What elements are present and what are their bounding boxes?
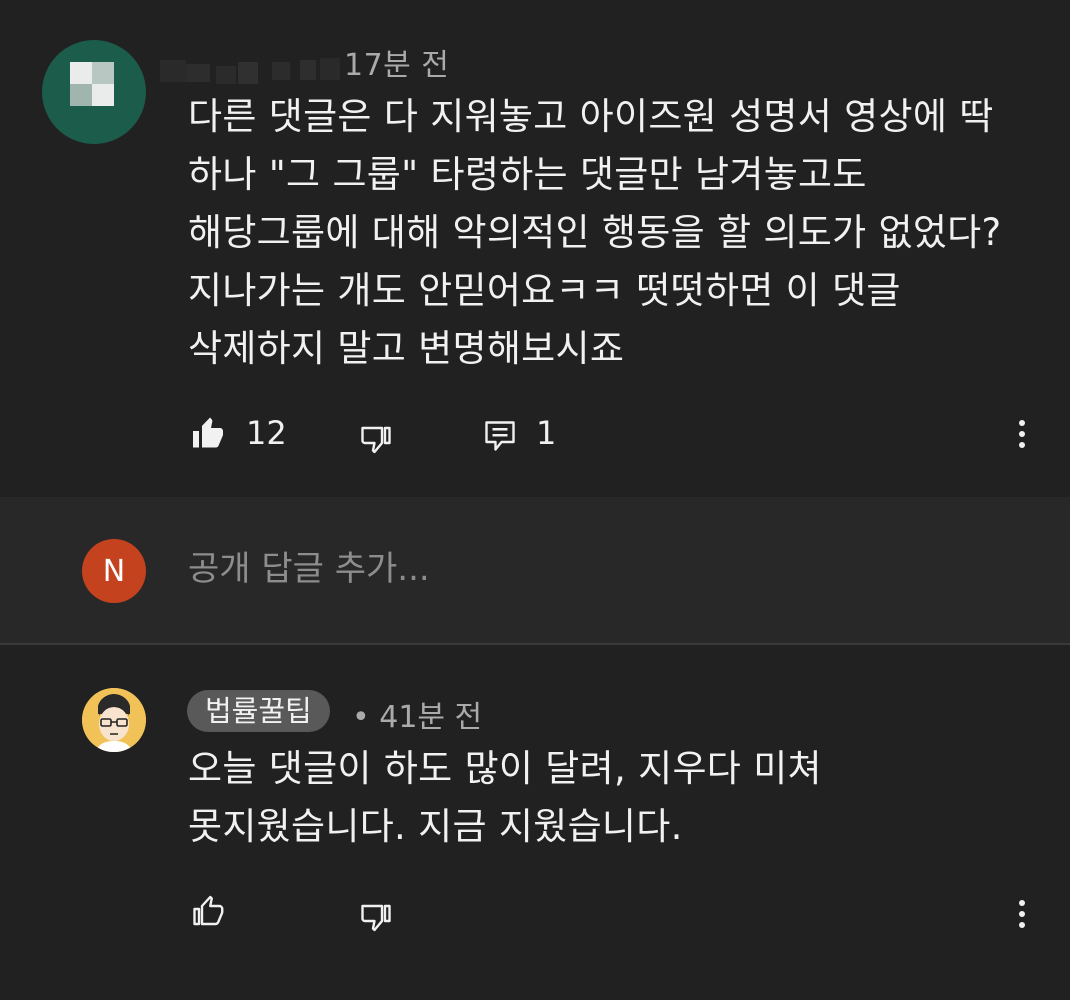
thumbs-up-filled-icon xyxy=(193,417,223,448)
thumbs-down-outline-icon xyxy=(361,904,391,932)
comment-menu-button[interactable] xyxy=(1010,892,1034,936)
dislike-button[interactable] xyxy=(356,418,396,462)
thumbs-up-outline-icon xyxy=(193,895,224,926)
author-name-censored[interactable] xyxy=(160,54,340,90)
thumbs-down-outline-icon xyxy=(361,426,391,454)
avatar-law-tips[interactable] xyxy=(82,688,146,752)
divider xyxy=(0,643,1070,645)
comment-text-line: 해당그룹에 대해 악의적인 행동을 할 의도가 없었다? xyxy=(188,211,1002,254)
comment-text-line: 지나가는 개도 안믿어요ㅋㅋ 떳떳하면 이 댓글 xyxy=(188,269,901,312)
avatar-top-commenter[interactable] xyxy=(42,40,146,144)
comment-icon xyxy=(485,421,515,451)
like-button[interactable] xyxy=(188,890,228,934)
avatar-pixel-4 xyxy=(92,62,114,84)
reply-input[interactable] xyxy=(188,549,1008,589)
author-name-badge[interactable]: 법률꿀팁 xyxy=(187,690,330,732)
comment-text-line: 오늘 댓글이 하도 많이 달려, 지우다 미쳐 xyxy=(188,747,822,790)
dislike-button[interactable] xyxy=(356,896,396,940)
comment-text-line: 다른 댓글은 다 지워놓고 아이즈원 성명서 영상에 딱 xyxy=(188,95,994,138)
avatar-face-illustration xyxy=(82,688,146,752)
avatar-pixel-1 xyxy=(70,62,92,84)
avatar-pixel-3 xyxy=(70,84,92,106)
comment-timestamp: 17분 전 xyxy=(344,48,450,83)
avatar-pixel-2 xyxy=(92,84,114,106)
avatar-current-user[interactable]: N xyxy=(82,539,146,603)
add-reply-bar: N xyxy=(0,497,1070,644)
comment-text: 오늘 댓글이 하도 많이 달려, 지우다 미쳐 못지웠습니다. 지금 지웠습니다… xyxy=(188,740,1048,856)
comment-text-line: 못지웠습니다. 지금 지웠습니다. xyxy=(188,805,683,848)
like-button[interactable] xyxy=(188,412,228,456)
comment-top: 17분 전 다른 댓글은 다 지워놓고 아이즈원 성명서 영상에 딱 하나 "그… xyxy=(0,0,1070,497)
comment-text: 다른 댓글은 다 지워놓고 아이즈원 성명서 영상에 딱 하나 "그 그룹" 타… xyxy=(188,88,1048,378)
comment-timestamp: • 41분 전 xyxy=(352,700,483,735)
comment-menu-button[interactable] xyxy=(1010,412,1034,456)
like-count: 12 xyxy=(246,414,287,452)
comment-text-line: 삭제하지 말고 변명해보시죠 xyxy=(188,327,625,370)
comment-text-line: 하나 "그 그룹" 타령하는 댓글만 남겨놓고도 xyxy=(188,153,867,196)
reply-count: 1 xyxy=(536,414,557,452)
reply-button[interactable] xyxy=(480,414,520,458)
